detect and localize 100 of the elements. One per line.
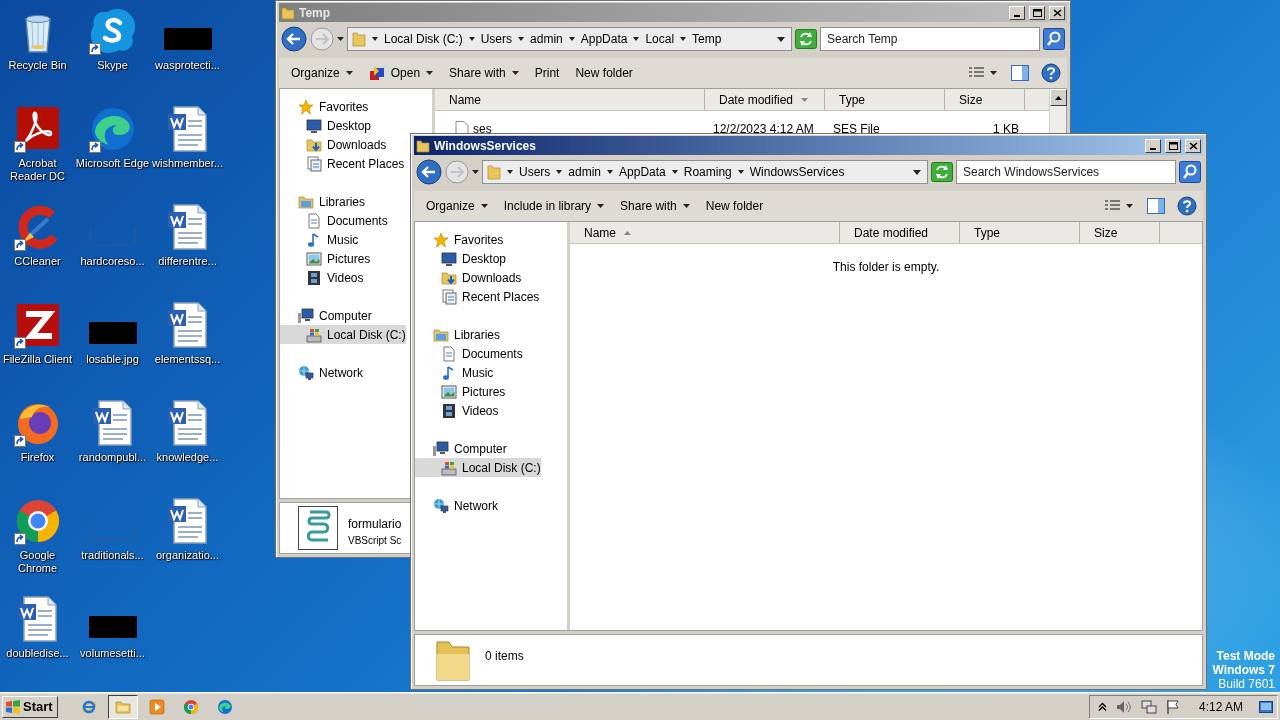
column-header[interactable]: Date modified: [840, 222, 960, 243]
desktop-icon-label[interactable]: elementssq...: [154, 353, 221, 366]
desktop-icon-label[interactable]: differentre...: [158, 255, 217, 268]
clock[interactable]: 4:12 AM: [1198, 697, 1243, 716]
sidebar-item[interactable]: Recent Places: [415, 287, 544, 306]
breadcrumb-arrow-icon[interactable]: [633, 36, 640, 42]
sidebar-item[interactable]: Favorites: [415, 230, 508, 249]
sidebar-item[interactable]: Videos: [415, 401, 503, 420]
sidebar-item[interactable]: Favorites: [280, 97, 373, 116]
breadcrumb[interactable]: AppData: [619, 163, 666, 181]
sidebar-item[interactable]: Libraries: [415, 325, 505, 344]
desktop-icon-label[interactable]: organizatio...: [156, 549, 219, 562]
desktop-icon-label[interactable]: Skype: [97, 59, 128, 72]
column-header[interactable]: Name: [570, 222, 840, 243]
desktop-icon-label[interactable]: Firefox: [20, 451, 55, 464]
sidebar-item[interactable]: Videos: [280, 268, 368, 287]
breadcrumb-arrow-icon[interactable]: [518, 36, 525, 42]
toolbar-button[interactable]: Organize: [285, 62, 359, 84]
sidebar-item[interactable]: Pictures: [415, 382, 510, 401]
breadcrumb-arrow-icon[interactable]: [680, 36, 687, 42]
column-header[interactable]: Size: [945, 89, 1025, 110]
toolbar-button[interactable]: New folder: [699, 195, 770, 217]
sidebar-item[interactable]: Music: [415, 363, 498, 382]
sidebar-item[interactable]: Pictures: [280, 249, 375, 268]
caret-icon[interactable]: [990, 71, 997, 75]
breadcrumb[interactable]: WindowsServices: [749, 163, 845, 181]
desktop-icon-label[interactable]: hardcoreso...: [80, 255, 145, 268]
preview-pane-icon[interactable]: [1147, 198, 1165, 214]
toolbar-button[interactable]: Organize: [420, 195, 494, 217]
close-button[interactable]: [1185, 138, 1201, 153]
desktop-icon-label[interactable]: randompubl...: [78, 451, 147, 464]
sidebar-item[interactable]: Documents: [280, 211, 392, 230]
caret-icon[interactable]: [337, 37, 344, 41]
desktop-icon-label[interactable]: CCleaner: [14, 255, 61, 268]
dropdown-arrow-icon[interactable]: [777, 36, 785, 42]
search-button[interactable]: [1043, 28, 1065, 50]
toolbar-button[interactable]: Print: [528, 62, 566, 84]
breadcrumb[interactable]: Users: [519, 163, 551, 181]
sidebar-item[interactable]: Computer: [280, 306, 376, 325]
back-button[interactable]: [416, 159, 442, 185]
desktop-icon-label[interactable]: losable.jpg: [86, 353, 139, 366]
sidebar-item[interactable]: Desktop: [280, 116, 376, 135]
column-header[interactable]: Name: [435, 89, 705, 110]
desktop-icon-label[interactable]: traditionals...: [81, 549, 144, 562]
column-header[interactable]: Type: [825, 89, 945, 110]
toolbar-button[interactable]: Share with: [443, 62, 525, 84]
chevron-icon[interactable]: [1097, 702, 1107, 711]
desktop-icon-label[interactable]: Recycle Bin: [8, 59, 67, 72]
breadcrumb[interactable]: Temp: [692, 30, 722, 48]
search-field[interactable]: Search Temp: [820, 27, 1040, 51]
help-icon[interactable]: [1177, 196, 1197, 216]
breadcrumb-arrow-icon[interactable]: [737, 169, 744, 175]
desktop-icon-label[interactable]: Microsoft Edge: [75, 157, 150, 170]
sidebar-item[interactable]: Music: [280, 230, 363, 249]
breadcrumb[interactable]: Roaming: [683, 163, 732, 181]
caret-icon[interactable]: [1126, 204, 1133, 208]
desktop-icon-label[interactable]: wasprotecti...: [155, 59, 220, 72]
breadcrumb[interactable]: Local Disk (C:): [384, 30, 463, 48]
minimize-button[interactable]: [1009, 5, 1025, 20]
start-button[interactable]: Start: [2, 695, 58, 718]
desktop-icon-label[interactable]: knowledge...: [156, 451, 219, 464]
breadcrumb-arrow-icon[interactable]: [671, 169, 678, 175]
toolbar-button[interactable]: New folder: [569, 62, 639, 84]
breadcrumb-arrow-icon[interactable]: [372, 36, 378, 42]
desktop-icon-label[interactable]: FileZilla Client: [2, 353, 73, 366]
refresh-button[interactable]: [795, 29, 817, 49]
search-button[interactable]: [1179, 161, 1201, 183]
preview-pane-icon[interactable]: [1011, 65, 1029, 81]
address-bar[interactable]: Local Disk (C:) Users admin AppData Local Temp: [347, 27, 792, 51]
sidebar-item[interactable]: Desktop: [415, 249, 511, 268]
breadcrumb[interactable]: admin: [568, 163, 602, 181]
sidebar-item[interactable]: Downloads: [415, 268, 526, 287]
search-field[interactable]: Search WindowsServices: [956, 160, 1176, 184]
toolbar-button[interactable]: Include in library: [497, 195, 611, 217]
address-bar[interactable]: Users admin AppData Roaming WindowsServices: [482, 160, 928, 184]
breadcrumb[interactable]: admin: [530, 30, 563, 48]
toolbar-button[interactable]: Open: [362, 62, 440, 84]
scroll-up-button[interactable]: [1050, 89, 1067, 106]
toolbar-button[interactable]: Share with: [614, 195, 696, 217]
sidebar-item[interactable]: Local Disk (C:): [280, 325, 406, 344]
refresh-button[interactable]: [931, 162, 953, 182]
desktop-icon-label[interactable]: wishmember...: [152, 157, 223, 170]
column-header[interactable]: Date modified: [705, 89, 825, 110]
sidebar-item[interactable]: Network: [415, 496, 502, 515]
help-icon[interactable]: [1041, 63, 1061, 83]
breadcrumb[interactable]: Users: [480, 30, 513, 48]
desktop-icon-label[interactable]: Acrobat Reader DC: [0, 157, 75, 183]
network-icon[interactable]: [1140, 698, 1157, 715]
dropdown-arrow-icon[interactable]: [913, 169, 921, 175]
breadcrumb[interactable]: AppData: [580, 30, 628, 48]
chat-logo-icon[interactable]: [88, 7, 137, 55]
sidebar-item[interactable]: Network: [280, 363, 367, 382]
maximize-button[interactable]: [1165, 138, 1181, 153]
desktop-icon-label[interactable]: volumesetti...: [80, 647, 145, 660]
breadcrumb[interactable]: Local: [645, 30, 675, 48]
breadcrumb-arrow-icon[interactable]: [468, 36, 475, 42]
desktop-icon-label[interactable]: Google Chrome: [0, 549, 75, 575]
column-header[interactable]: Size: [1080, 222, 1160, 243]
breadcrumb-arrow-icon[interactable]: [556, 169, 563, 175]
sidebar-item[interactable]: Local Disk (C:): [415, 458, 541, 477]
